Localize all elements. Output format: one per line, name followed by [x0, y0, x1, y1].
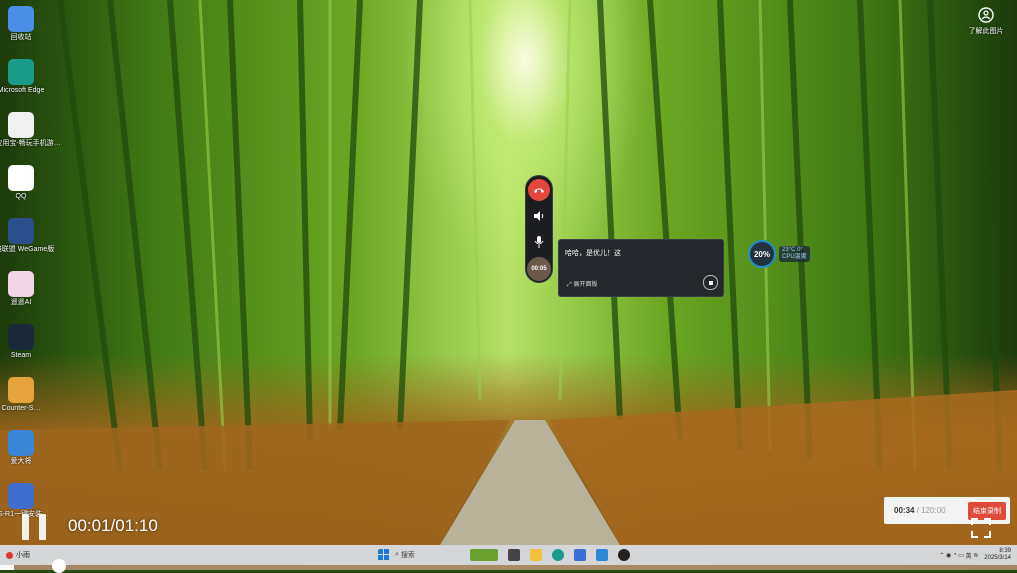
start-button-icon[interactable] [378, 549, 390, 561]
desktop-icon[interactable]: 英雄联盟 WeGame版 [0, 214, 54, 266]
qq-icon [8, 165, 34, 191]
edge-taskbar-icon[interactable] [552, 549, 564, 561]
call-message-popup: 哈哈，是优儿！这 ⤢ 展开面板 [558, 239, 724, 297]
desktop-icon[interactable]: 遥遥AI [2, 267, 40, 319]
desktop-icon[interactable]: QQ [2, 161, 40, 213]
edge-icon [8, 59, 34, 85]
ai-assistant-icon [8, 271, 34, 297]
desktop-icon-label: 英雄联盟 WeGame版 [0, 246, 55, 253]
desktop-icon-label: 回收站 [10, 34, 32, 41]
cpu-usage-ring: 20% [748, 240, 776, 268]
learn-about-picture-button[interactable]: 了解此图片 [965, 6, 1007, 36]
taskbar: 小雨 ⌕ 搜索 ⌃ ◉ ◔ ▭ 英 ≋ 8:39 2025/3/14 [0, 545, 1017, 565]
desktop-icon[interactable]: 爱大将 [2, 426, 40, 478]
video-progress-knob[interactable] [52, 559, 66, 573]
file-explorer-icon[interactable] [530, 549, 542, 561]
desktop-icon-label: 遥遥AI [10, 299, 32, 306]
weather-icon [6, 551, 13, 559]
tray-overflow-icon[interactable]: ⌃ [939, 552, 944, 559]
microphone-button[interactable] [528, 231, 550, 253]
clock-time: 8:39 [999, 548, 1011, 554]
call-message-text: 哈哈，是优儿！这 [565, 250, 621, 257]
steam-icon [8, 324, 34, 350]
clock[interactable]: 8:39 2025/3/14 [984, 548, 1011, 562]
expand-panel-label: 展开面板 [573, 282, 598, 288]
speaker-button[interactable] [528, 205, 550, 227]
meeting-app-icon[interactable] [596, 549, 608, 561]
call-control-bar: 00:05 [525, 175, 553, 283]
battery-icon[interactable]: ▭ [958, 552, 964, 559]
desktop-icon-label: 腾讯应用宝-畅玩手机游… [0, 140, 61, 147]
taskbar-apps: ⌕ 搜索 [373, 547, 635, 563]
taskbar-search[interactable]: ⌕ 搜索 [395, 550, 465, 560]
forest-path [0, 390, 1017, 545]
deepseek-icon [8, 483, 34, 509]
call-timer: 00:05 [531, 266, 547, 272]
video-time: 00:01/01:10 [68, 516, 158, 535]
desktop-icon[interactable]: Steam [2, 320, 40, 372]
qq-taskbar-icon[interactable] [618, 549, 630, 561]
weather-text: 小雨 [16, 552, 30, 559]
pause-icon-bar-right [39, 514, 46, 540]
task-view-icon[interactable] [508, 549, 520, 561]
counter-strike-icon [8, 377, 34, 403]
video-progress-bar[interactable] [0, 565, 1017, 570]
cpu-label: CPU温度 [782, 254, 807, 260]
stop-icon [708, 280, 713, 285]
store-icon[interactable] [574, 549, 586, 561]
system-tray: ⌃ ◉ ◔ ▭ 英 ≋ 8:39 2025/3/14 [939, 547, 1011, 563]
tencent-app-store-icon [8, 112, 34, 138]
recording-limit: / 120:00 [916, 506, 946, 515]
cpu-temperature-widget[interactable]: 20% 23°C 0° CPU温度 [748, 240, 810, 268]
speaker-icon [534, 211, 544, 221]
hang-up-button[interactable] [528, 179, 550, 201]
cpu-info: 23°C 0° CPU温度 [779, 246, 810, 262]
recycle-bin-icon [8, 6, 34, 32]
volume-icon[interactable]: ◔ [953, 552, 957, 558]
fullscreen-icon[interactable] [970, 517, 992, 539]
caller-avatar[interactable]: 00:05 [527, 257, 551, 281]
learn-about-picture-label: 了解此图片 [968, 28, 1004, 35]
microphone-icon [534, 236, 544, 248]
league-of-legends-icon [8, 218, 34, 244]
expand-panel-button[interactable]: ⤢ 展开面板 [567, 279, 597, 289]
desktop-icon[interactable]: Counter-S… [2, 373, 40, 425]
desktop-icon[interactable]: 回收站 [2, 2, 40, 54]
recording-elapsed: 00:34 [894, 506, 915, 515]
clock-date: 2025/3/14 [984, 555, 1011, 561]
weather-widget[interactable]: 小雨 [6, 550, 30, 560]
desktop-icon-label: Microsoft Edge [0, 87, 45, 94]
learn-about-picture-icon [978, 7, 994, 23]
pause-icon-bar-left [22, 514, 29, 540]
desktop-icon-label: Counter-S… [1, 405, 41, 412]
desktop-icon-label: 爱大将 [10, 458, 32, 465]
desktop-icon-label: Steam [10, 352, 32, 359]
search-highlight-icon[interactable] [470, 549, 498, 561]
recording-timer: 00:34 / 120:00 [894, 506, 946, 515]
desktop-icons: 回收站 Microsoft Edge 腾讯应用宝-畅玩手机游… QQ 英雄联盟 WeGa… [0, 2, 61, 532]
video-progress-fill [0, 565, 14, 570]
desktop-icon[interactable]: Microsoft Edge [0, 55, 44, 107]
input-language[interactable]: 英 [966, 551, 972, 560]
network-icon[interactable]: ◉ [946, 552, 951, 559]
desktop-icon[interactable]: 腾讯应用宝-畅玩手机游… [0, 108, 61, 160]
wifi-icon[interactable]: ≋ [973, 552, 978, 559]
search-placeholder: 搜索 [400, 552, 415, 559]
hang-up-icon [534, 188, 544, 193]
desktop-icon-label: QQ [15, 193, 27, 200]
mascot-app-icon [8, 430, 34, 456]
stop-button[interactable] [703, 275, 718, 290]
cpu-temp: 23°C 0° [782, 247, 803, 253]
desktop-wallpaper [0, 0, 1017, 570]
pause-button[interactable] [22, 514, 46, 540]
